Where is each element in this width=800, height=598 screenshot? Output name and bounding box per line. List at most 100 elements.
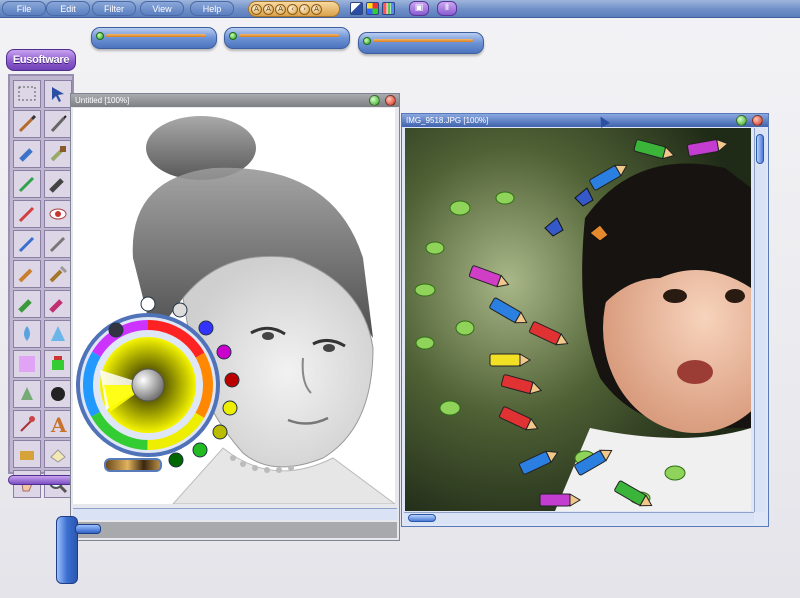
- tool-button[interactable]: [13, 140, 41, 168]
- move-arrow-icon: [52, 87, 64, 102]
- opacity-slider[interactable]: [224, 27, 350, 49]
- sketch-horizontal-scrollbar[interactable]: [73, 508, 397, 520]
- photo-vertical-scrollbar[interactable]: [754, 128, 766, 512]
- tool-button[interactable]: [13, 170, 41, 198]
- tool-button[interactable]: [13, 80, 41, 108]
- marquee-select-icon: [18, 86, 36, 101]
- color-wheel-picker[interactable]: [76, 290, 246, 480]
- tool-button[interactable]: [13, 110, 41, 138]
- scroll-thumb[interactable]: [408, 514, 436, 522]
- hardness-slider[interactable]: [358, 32, 484, 54]
- color-mode-icon[interactable]: [366, 2, 379, 15]
- tool-button[interactable]: [13, 290, 41, 318]
- nav-button-3[interactable]: A: [275, 3, 286, 15]
- tool-button[interactable]: [13, 260, 41, 288]
- text-icon: A: [50, 413, 67, 435]
- fan-brush-icon: [49, 265, 68, 283]
- minimize-icon[interactable]: [736, 115, 747, 126]
- dock-handle[interactable]: [56, 516, 101, 584]
- photo-horizontal-scrollbar[interactable]: [404, 512, 754, 524]
- slider-track: [373, 39, 473, 42]
- tool-button[interactable]: [13, 380, 41, 408]
- sketch-status-strip: [73, 522, 397, 538]
- nav-button-6[interactable]: A: [311, 3, 322, 15]
- tool-button[interactable]: [44, 440, 72, 468]
- navigation-toolbar: A A A ‹ › A: [248, 1, 340, 17]
- tool-button[interactable]: [13, 200, 41, 228]
- roller-icon: [50, 146, 66, 162]
- child-photo-image: [405, 128, 751, 511]
- tool-button[interactable]: [13, 440, 41, 468]
- pencil-icon: [18, 176, 35, 193]
- nav-button-1[interactable]: A: [251, 3, 262, 15]
- status-led-icon: [363, 37, 371, 45]
- brush-size-slider[interactable]: [91, 27, 217, 49]
- photo-canvas[interactable]: [405, 128, 751, 511]
- nav-prev-button[interactable]: ‹: [287, 3, 298, 15]
- slider-track: [239, 34, 339, 37]
- dark-circle-icon: [51, 387, 65, 401]
- tool-button[interactable]: [44, 350, 72, 378]
- fill-icon: [20, 451, 34, 460]
- eyedropper-icon: [20, 416, 35, 432]
- menu-bar: File Edit Filter View Help A A A ‹ › A ▣…: [0, 0, 800, 18]
- menu-file[interactable]: File: [2, 1, 46, 16]
- status-led-icon: [96, 32, 104, 40]
- nav-next-button[interactable]: ›: [299, 3, 310, 15]
- tool-button[interactable]: [44, 200, 72, 228]
- gradient-icon: [19, 356, 35, 372]
- brush-icon: [18, 114, 37, 133]
- tool-button[interactable]: [44, 230, 72, 258]
- marker-icon: [19, 148, 33, 162]
- menu-filter[interactable]: Filter: [92, 1, 136, 16]
- drop-icon: [24, 326, 30, 341]
- tool-button[interactable]: [13, 320, 41, 348]
- menu-edit[interactable]: Edit: [46, 1, 90, 16]
- minimize-icon[interactable]: [369, 95, 380, 106]
- tool-button[interactable]: [13, 350, 41, 378]
- view-mode-icon[interactable]: [350, 2, 363, 15]
- menu-view[interactable]: View: [140, 1, 184, 16]
- tool-button[interactable]: [44, 140, 72, 168]
- layout-button[interactable]: ▣: [409, 1, 429, 16]
- airbrush-icon: [18, 236, 35, 253]
- tool-button[interactable]: [44, 380, 72, 408]
- svg-text:A: A: [50, 413, 67, 435]
- stamp-icon: [18, 299, 32, 313]
- tool-button[interactable]: [44, 110, 72, 138]
- crayon-icon: [18, 206, 35, 223]
- eraser-icon: [50, 449, 66, 463]
- tool-button[interactable]: [44, 320, 72, 348]
- tool-button[interactable]: [44, 290, 72, 318]
- close-icon[interactable]: [385, 95, 396, 106]
- dock-knob[interactable]: [75, 524, 101, 534]
- pen-icon: [50, 115, 67, 133]
- tool-button[interactable]: [13, 410, 41, 438]
- photo-window-title[interactable]: IMG_9518.JPG [100%]: [402, 114, 768, 127]
- tool-button[interactable]: A: [44, 410, 72, 438]
- tool-button[interactable]: [44, 260, 72, 288]
- nav-button-2[interactable]: A: [263, 3, 274, 15]
- slider-track: [106, 34, 206, 37]
- scroll-thumb[interactable]: [756, 134, 764, 164]
- tool-button[interactable]: [13, 230, 41, 258]
- sketch-window-title[interactable]: Untitled [100%]: [71, 94, 399, 107]
- paint-brush-icon: [18, 268, 33, 283]
- sponge-icon: [49, 299, 63, 313]
- menu-help[interactable]: Help: [190, 1, 234, 16]
- current-texture-swatch[interactable]: [104, 458, 162, 472]
- bucket-icon: [52, 356, 64, 370]
- tool-button[interactable]: [44, 170, 72, 198]
- line-icon: [49, 236, 66, 253]
- eye-icon: [49, 208, 67, 220]
- pause-button[interactable]: Ⅱ: [437, 1, 457, 16]
- tool-palette: A: [8, 74, 74, 498]
- channels-icon[interactable]: [382, 2, 395, 15]
- wide-brush-icon: [49, 178, 64, 193]
- spray-icon: [21, 387, 33, 400]
- toolbox-footer[interactable]: [8, 475, 74, 485]
- status-led-icon: [229, 32, 237, 40]
- close-icon[interactable]: [752, 115, 763, 126]
- cone-icon: [51, 326, 65, 341]
- tool-button[interactable]: [44, 80, 72, 108]
